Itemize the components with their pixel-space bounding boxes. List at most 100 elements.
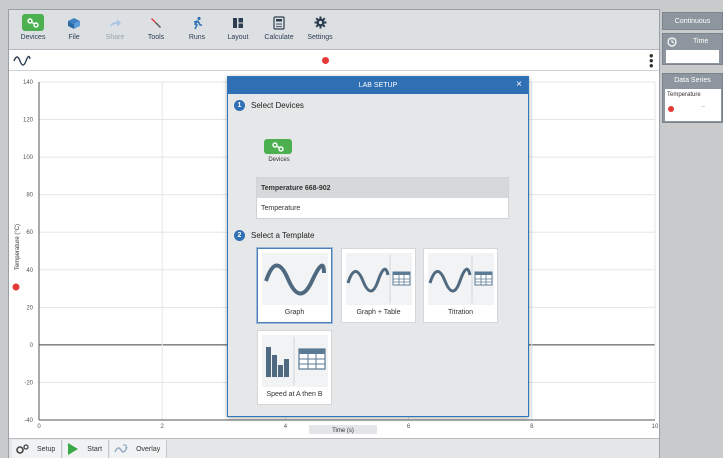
template-label: Speed at A then B [266,391,323,398]
start-button[interactable]: Start [63,440,110,458]
x-tick-label: 6 [407,424,411,430]
x-tick-label: 2 [161,424,165,430]
lab-setup-dialog: LAB SETUP × 1 Select Devices Devices Tem… [227,76,529,417]
settings-button[interactable]: Settings [300,10,340,50]
calculator-icon [268,14,290,31]
runs-label: Runs [188,34,206,41]
y-axis-series-dot [12,283,20,291]
tools-icon [145,14,167,31]
y-tick-label: 100 [23,155,34,161]
x-tick-label: 8 [530,424,534,430]
step-select-devices: 1 Select Devices [234,100,304,111]
file-icon [63,14,85,31]
step-label: Select Devices [251,101,304,110]
series-value: -- [701,104,705,110]
tools-button[interactable]: Tools [136,10,176,50]
toolbar: Devices File Share Tools Runs Layout Cal… [9,10,659,50]
x-axis-label: Time (s) [332,428,354,434]
start-label: Start [87,445,103,453]
titration-template-icon [428,253,494,305]
devices-button[interactable]: Devices [13,10,53,50]
sensor-measurement-row[interactable]: Temperature [257,198,508,218]
select-devices-button[interactable] [264,139,292,154]
y-tick-label: 80 [26,193,33,199]
data-series-panel: Data Series Temperature -- [662,73,723,123]
clock-icon [667,37,677,47]
calculate-button[interactable]: Calculate [259,10,299,50]
mode-label: Continuous [674,18,711,25]
graph-template-icon [262,253,328,305]
settings-label: Settings [307,34,333,41]
dialog-title: LAB SETUP [358,82,398,89]
gears-icon [16,443,29,454]
sensor-device-row[interactable]: Temperature 668-902 [257,178,508,198]
devices-button-label: Devices [268,157,290,163]
close-icon[interactable]: × [516,79,522,90]
runs-icon [186,14,208,31]
template-graph-table[interactable]: Graph + Table [341,248,416,323]
more-options-icon[interactable]: • • • [649,49,654,72]
time-value [666,50,719,63]
series-card[interactable]: Temperature -- [665,89,721,121]
runs-button[interactable]: Runs [177,10,217,50]
recording-indicator [322,57,329,64]
template-speed[interactable]: Speed at A then B [257,330,332,405]
sine-wave-icon[interactable] [13,54,31,68]
y-tick-label: 60 [26,230,33,236]
y-tick-label: 20 [26,305,33,311]
graph-table-template-icon [346,253,412,305]
y-tick-label: 140 [23,80,34,86]
sensor-list: Temperature 668-902 Temperature [256,177,509,219]
play-icon [68,443,79,455]
overlay-icon [114,444,128,453]
dialog-header: LAB SETUP × [228,77,528,94]
y-tick-label: 40 [26,268,33,274]
time-panel: Time [662,33,723,65]
right-sidebar: Continuous Time Data Series Temperature … [662,9,723,458]
y-tick-label: 120 [23,118,34,124]
share-label: Share [105,34,125,41]
layout-button[interactable]: Layout [218,10,258,50]
data-series-title: Data Series [674,77,711,84]
template-graph[interactable]: Graph [257,248,332,323]
y-tick-label: -40 [24,418,33,424]
file-label: File [68,34,80,41]
y-tick-label: 0 [30,343,34,349]
template-label: Titration [447,309,474,316]
layout-label: Layout [227,34,249,41]
overlay-button[interactable]: Overlay [110,440,168,458]
setup-button[interactable]: Setup [12,440,63,458]
file-button[interactable]: File [54,10,94,50]
y-tick-label: -20 [24,380,33,386]
calculate-label: Calculate [264,34,294,41]
template-label: Graph [284,309,305,316]
speed-template-icon [262,335,328,387]
template-titration[interactable]: Titration [423,248,498,323]
devices-label: Devices [20,34,46,41]
layout-icon [227,14,249,31]
x-tick-label: 10 [652,424,659,430]
step-number: 1 [234,100,245,111]
template-label: Graph + Table [356,309,401,316]
share-button[interactable]: Share [95,10,135,50]
setup-label: Setup [37,445,56,453]
gear-icon [309,14,331,31]
bottom-bar: Setup Start Overlay [9,438,659,458]
dialog-body: 1 Select Devices Devices Temperature 668… [228,94,528,416]
mode-panel[interactable]: Continuous [662,12,723,30]
x-tick-label: 4 [284,424,288,430]
app-window: Devices File Share Tools Runs Layout Cal… [8,9,660,458]
graph-header-bar: • • • [9,49,659,72]
devices-icon [22,14,44,31]
share-icon [104,14,126,31]
series-name: Temperature [667,92,701,98]
step-select-template: 2 Select a Template [234,230,314,241]
overlay-label: Overlay [136,445,161,453]
series-color-dot [668,106,674,112]
time-label: Time [693,38,709,45]
step-label: Select a Template [251,231,315,240]
x-tick-label: 0 [37,424,41,430]
step-number: 2 [234,230,245,241]
y-axis-label: Temperature (°C) [15,224,21,270]
tools-label: Tools [147,34,165,41]
